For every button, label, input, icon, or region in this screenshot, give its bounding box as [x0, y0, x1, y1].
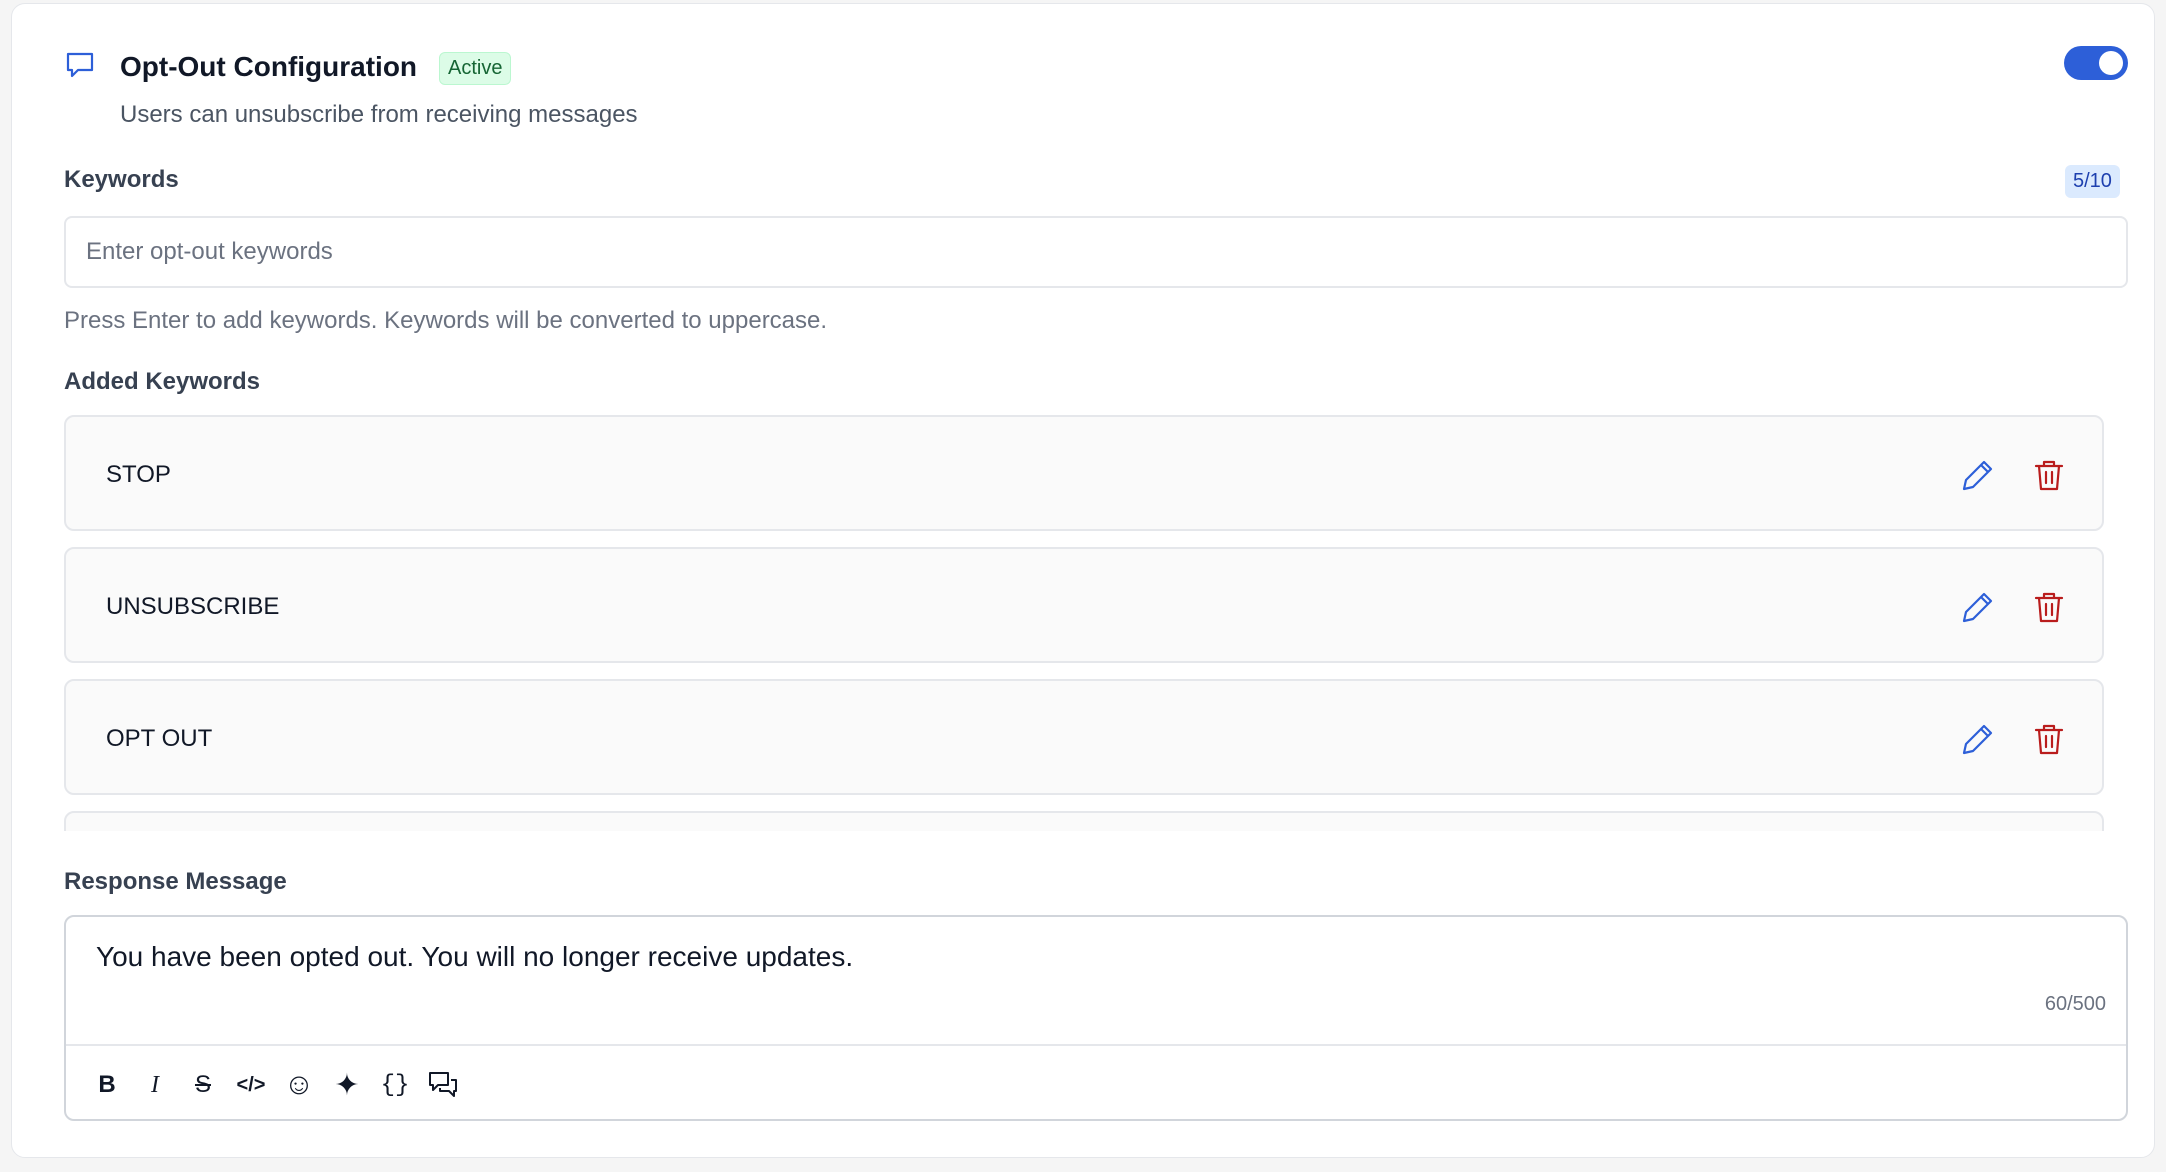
formatting-toolbar: B I S </> ☺ ✦ {} — [66, 1044, 2126, 1121]
chat-bubbles-icon[interactable] — [426, 1068, 460, 1102]
variable-braces-icon[interactable]: {} — [378, 1068, 412, 1102]
keyword-text: STOP — [106, 461, 171, 488]
message-square-icon — [66, 52, 94, 78]
trash-icon[interactable] — [2031, 721, 2067, 757]
keywords-hint: Press Enter to add keywords. Keywords wi… — [64, 307, 828, 334]
page-title: Opt-Out Configuration — [120, 51, 418, 82]
pencil-icon[interactable] — [1960, 589, 1996, 625]
list-item — [64, 811, 2104, 831]
keyword-text: OPT OUT — [106, 725, 213, 752]
emoji-icon[interactable]: ☺ — [282, 1068, 316, 1102]
keyword-input[interactable] — [64, 216, 2128, 288]
keywords-count-badge: 5/10 — [2065, 165, 2120, 198]
page-subtitle: Users can unsubscribe from receiving mes… — [120, 101, 638, 128]
response-message-label: Response Message — [64, 868, 287, 895]
status-badge: Active — [439, 52, 512, 85]
trash-icon[interactable] — [2031, 589, 2067, 625]
list-item: STOP — [64, 415, 2104, 531]
character-count: 60/500 — [2044, 993, 2106, 1015]
strikethrough-icon[interactable]: S — [186, 1068, 220, 1102]
opt-out-card: Opt-Out Configuration Active Users can u… — [11, 3, 2155, 1158]
list-item: OPT OUT — [64, 679, 2104, 795]
keyword-text: UNSUBSCRIBE — [106, 593, 280, 620]
sparkles-icon[interactable]: ✦ — [330, 1068, 364, 1102]
added-keywords-label: Added Keywords — [64, 368, 261, 395]
trash-icon[interactable] — [2031, 457, 2067, 493]
italic-icon[interactable]: I — [138, 1068, 172, 1102]
bold-icon[interactable]: B — [90, 1068, 124, 1102]
opt-out-enabled-toggle[interactable] — [2064, 46, 2128, 80]
keyword-list[interactable]: STOP UNSUBSCRIBE OPT OUT — [64, 415, 2104, 831]
list-item: UNSUBSCRIBE — [64, 547, 2104, 663]
pencil-icon[interactable] — [1960, 457, 1996, 493]
code-icon[interactable]: </> — [234, 1068, 268, 1102]
pencil-icon[interactable] — [1960, 721, 1996, 757]
keywords-label: Keywords — [64, 166, 179, 193]
toggle-knob — [2099, 51, 2123, 75]
response-message-text[interactable]: You have been opted out. You will no lon… — [96, 941, 853, 973]
response-message-editor[interactable]: You have been opted out. You will no lon… — [64, 915, 2128, 1121]
